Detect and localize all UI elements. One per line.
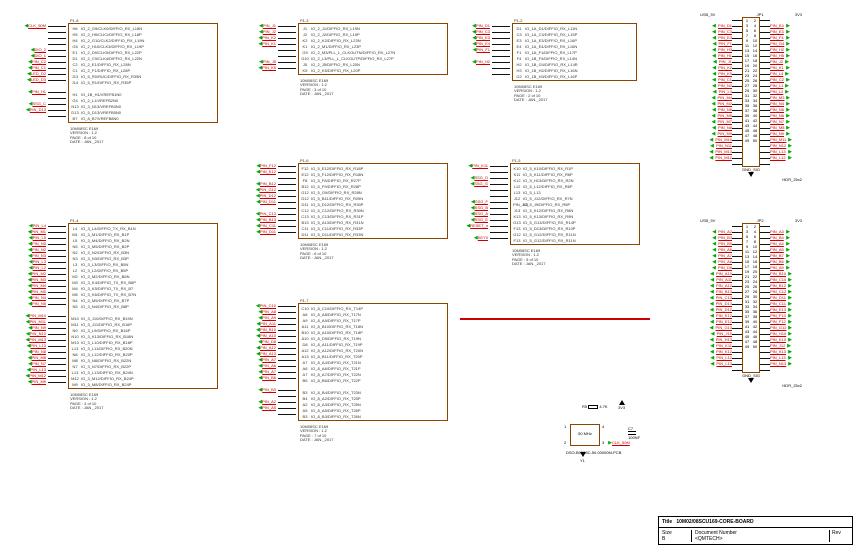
pin-net-PIN_D11: ◀PIN_D11 [248, 229, 298, 235]
pin-net-PIN_M9: ◀PIN_M9 [18, 379, 68, 385]
fpga-block-P1-3: P1-3 ◀PIN_J1 ◀PIN_J2 ◀PIN_K2 ◀PIN_K1 ◀PI… [248, 18, 448, 97]
title-label: Title [662, 519, 672, 525]
pin-net-nc [462, 71, 512, 77]
pin-net-nc [18, 113, 68, 119]
osc-Y1: 50 MHz [570, 424, 600, 446]
title-block: Title 10M02/08SCU169-CORE-BOARD SizeB Do… [658, 516, 853, 545]
hdr-pin-50 [760, 161, 802, 167]
resistor-R5: R5 4.7K [582, 404, 608, 409]
fpga-block-P1-7: P1-7 ◀PIN_C10 ◀PIN_A8 ◀PIN_A9 ◀PIN_A11 ◀… [248, 298, 448, 443]
hdr-pin-49 [700, 367, 742, 373]
fpga-block-P1-4: P1-4 ◀PIN_L4 ◀PIN_M1 ◀PIN_L5 ◀PIN_N5 ◀PI… [18, 218, 218, 411]
fpga-block-P1-5: P1-5 ◀PIN_K11 ◀SSG_D ◀SSG_G ◀SSG_F ◀SSG_… [460, 158, 640, 267]
header-JP2: USB_5VJP23V3 ◀PIN_A2 ◀PIN_B3 ◀PIN_B5 ◀PI… [700, 218, 802, 388]
title-text: 10M02/08SCU169-CORE-BOARD [676, 519, 753, 525]
pin-net-KEY0: ◀KEY0 [460, 235, 510, 241]
pin-net-PIN_K5: ◀PIN_K5 [248, 65, 298, 71]
header-JP1: USB_5VJP13V3 ◀PIN_D1 ◀PIN_C3 ◀PIN_E3 ◀PI… [700, 12, 802, 182]
fpga-block-P1-8: P1-8 ◀CLK_50M ◀DIO_2 ◀DIO_1 ◀PIN_C2 ◀PIN… [18, 18, 218, 145]
hdr-pin-49 [700, 161, 742, 167]
fpga-block-P1-6: P1-6 ◀PIN_F12 ◀PIN_E12 ◀PIN_B12 ◀PIN_G12… [248, 158, 448, 261]
pin-net-nc [248, 411, 298, 417]
fpga-block-P1-2: P1-2 ◀PIN_D1 ◀PIN_C3 ◀PIN_E3 ◀PIN_E4 ◀PI… [462, 18, 637, 103]
cap-C7: C7100NF [628, 426, 640, 440]
hdr-pin-50 [760, 367, 802, 373]
oscillator-block: 3V3 R5 4.7K 50 MHz 1 2 4 3 ◀CLK_50M C710… [530, 400, 650, 470]
